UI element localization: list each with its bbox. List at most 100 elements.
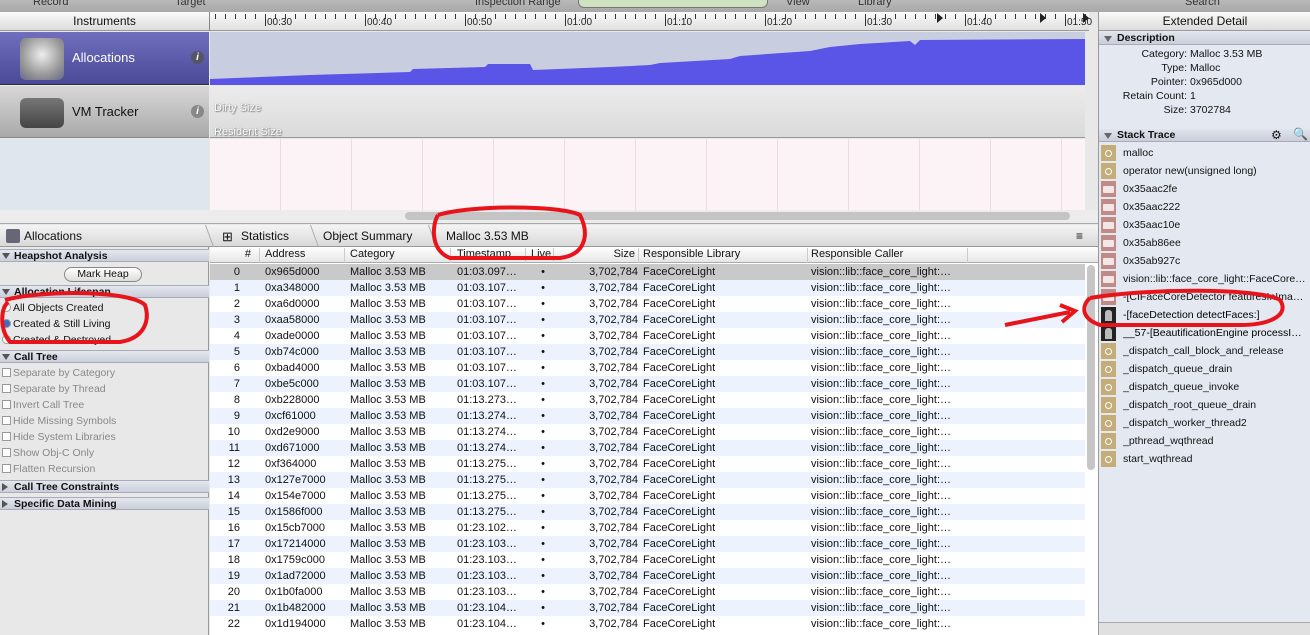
- checkbox-option[interactable]: Invert Call Tree: [2, 398, 84, 412]
- track-allocations[interactable]: Allocations i: [0, 32, 209, 85]
- checkbox[interactable]: [2, 464, 11, 473]
- table-row[interactable]: 4 0xade0000 Malloc 3.53 MB 01:03.107… • 3,702…: [210, 328, 1085, 344]
- checkbox[interactable]: [2, 400, 11, 409]
- gear-icon[interactable]: ⚙: [1271, 128, 1282, 142]
- stack-frame[interactable]: vision::lib::face_core_light::FaceCore…: [1099, 270, 1310, 288]
- radio-created-still-living[interactable]: Created & Still Living: [2, 317, 110, 331]
- table-row[interactable]: 16 0x15cb7000 Malloc 3.53 MB 01:23.102… • 3,7…: [210, 520, 1085, 536]
- call-tree-header[interactable]: Call Tree: [0, 350, 209, 363]
- column-header[interactable]: Category: [347, 248, 451, 263]
- flag-marker-icon[interactable]: [937, 13, 943, 23]
- table-row[interactable]: 8 0xb228000 Malloc 3.53 MB 01:13.273… • 3,702…: [210, 392, 1085, 408]
- table-row[interactable]: 22 0x1d194000 Malloc 3.53 MB 01:23.104… • 3,7…: [210, 616, 1085, 632]
- stack-frame[interactable]: _dispatch_queue_drain: [1099, 360, 1310, 378]
- table-row[interactable]: 13 0x127e7000 Malloc 3.53 MB 01:13.275… • 3,7…: [210, 472, 1085, 488]
- target-label[interactable]: Target: [175, 0, 206, 8]
- table-row[interactable]: 10 0xd2e9000 Malloc 3.53 MB 01:13.274… • 3,70…: [210, 424, 1085, 440]
- timeline-scrollbar[interactable]: [405, 212, 1070, 220]
- table-row[interactable]: 5 0xb74c000 Malloc 3.53 MB 01:03.107… • 3,702…: [210, 344, 1085, 360]
- search-label[interactable]: Search: [1185, 0, 1220, 8]
- library-label[interactable]: Library: [858, 0, 892, 8]
- table-row[interactable]: 14 0x154e7000 Malloc 3.53 MB 01:13.275… • 3,7…: [210, 488, 1085, 504]
- checkbox[interactable]: [2, 416, 11, 425]
- radio-all-objects[interactable]: All Objects Created: [2, 301, 103, 315]
- checkbox[interactable]: [2, 448, 11, 457]
- column-header[interactable]: Address: [262, 248, 345, 263]
- column-header[interactable]: Timestamp: [454, 248, 526, 263]
- checkbox-option[interactable]: Separate by Thread: [2, 382, 106, 396]
- instrument-selector[interactable]: Allocations: [24, 229, 82, 243]
- specific-data-mining-header[interactable]: Specific Data Mining: [0, 497, 209, 510]
- checkbox[interactable]: [2, 432, 11, 441]
- stack-frame[interactable]: _dispatch_queue_invoke: [1099, 378, 1310, 396]
- stack-frame[interactable]: 0x35aac2fe: [1099, 180, 1310, 198]
- stack-frame[interactable]: 0x35ab86ee: [1099, 234, 1310, 252]
- stack-frame[interactable]: _dispatch_call_block_and_release: [1099, 342, 1310, 360]
- heapshot-analysis-header[interactable]: Heapshot Analysis: [0, 249, 209, 262]
- column-header[interactable]: #: [210, 248, 260, 263]
- menu-icon[interactable]: ≡: [1076, 229, 1083, 243]
- column-header[interactable]: Responsible Library: [640, 248, 808, 263]
- table-row[interactable]: 3 0xaa58000 Malloc 3.53 MB 01:03.107… • 3,702…: [210, 312, 1085, 328]
- column-header[interactable]: Live: [528, 248, 554, 263]
- time-ruler[interactable]: 00:30 00:40 00:50 01:00 01:10 01:20 01:30 01:40…: [209, 12, 1092, 31]
- table-row[interactable]: 1 0xa348000 Malloc 3.53 MB 01:03.107… • 3,702…: [210, 280, 1085, 296]
- stack-frame[interactable]: 0x35aac10e: [1099, 216, 1310, 234]
- table-row[interactable]: 17 0x17214000 Malloc 3.53 MB 01:23.103… • 3,7…: [210, 536, 1085, 552]
- mark-heap-button[interactable]: Mark Heap: [64, 267, 142, 282]
- stack-frame[interactable]: operator new(unsigned long): [1099, 162, 1310, 180]
- flag-marker-icon[interactable]: [1040, 13, 1046, 23]
- table-scrollbar[interactable]: [1087, 265, 1095, 470]
- stack-detail-slider[interactable]: [1099, 622, 1310, 635]
- table-row[interactable]: 0 0x965d000 Malloc 3.53 MB 01:03.097… • 3,702…: [210, 264, 1085, 280]
- table-row[interactable]: 20 0x1b0fa000 Malloc 3.53 MB 01:23.103… • 3,7…: [210, 584, 1085, 600]
- column-header[interactable]: Responsible Caller: [808, 248, 968, 263]
- checkbox-option[interactable]: Hide Missing Symbols: [2, 414, 116, 428]
- table-row[interactable]: 21 0x1b482000 Malloc 3.53 MB 01:23.104… • 3,7…: [210, 600, 1085, 616]
- checkbox-option[interactable]: Flatten Recursion: [2, 462, 95, 476]
- table-row[interactable]: 2 0xa6d0000 Malloc 3.53 MB 01:03.107… • 3,702…: [210, 296, 1085, 312]
- stack-frame[interactable]: malloc: [1099, 144, 1310, 162]
- table-row[interactable]: 9 0xcf61000 Malloc 3.53 MB 01:13.274… • 3,702…: [210, 408, 1085, 424]
- table-row[interactable]: 15 0x1586f000 Malloc 3.53 MB 01:13.275… • 3,7…: [210, 504, 1085, 520]
- table-row[interactable]: 11 0xd671000 Malloc 3.53 MB 01:13.274… • 3,70…: [210, 440, 1085, 456]
- view-label[interactable]: View: [786, 0, 810, 8]
- table-row[interactable]: 7 0xbe5c000 Malloc 3.53 MB 01:03.107… • 3,702…: [210, 376, 1085, 392]
- vm-tracker-graph[interactable]: Dirty Size Resident Size: [210, 86, 1085, 138]
- stack-frame[interactable]: -[CIFaceCoreDetector featuresInIma…: [1099, 288, 1310, 306]
- stack-frame[interactable]: start_wqthread: [1099, 450, 1310, 468]
- breadcrumb-statistics[interactable]: Statistics: [241, 229, 289, 243]
- column-header[interactable]: Size: [555, 248, 639, 263]
- checkbox-option[interactable]: Separate by Category: [2, 366, 115, 380]
- description-header[interactable]: Description: [1099, 32, 1310, 45]
- inspection-range-control[interactable]: [578, 0, 768, 8]
- record-label[interactable]: Record: [33, 0, 68, 8]
- allocation-lifespan-header[interactable]: Allocation Lifespan: [0, 285, 209, 298]
- track-vm-tracker[interactable]: VM Tracker i: [0, 86, 209, 138]
- flag-marker-icon[interactable]: [1083, 13, 1089, 23]
- info-icon[interactable]: i: [191, 105, 204, 118]
- table-row[interactable]: 19 0x1ad72000 Malloc 3.53 MB 01:23.103… • 3,7…: [210, 568, 1085, 584]
- stack-frame[interactable]: 0x35aac222: [1099, 198, 1310, 216]
- ruler-tick: [745, 14, 746, 19]
- stack-frame[interactable]: 0x35ab927c: [1099, 252, 1310, 270]
- stack-frame[interactable]: _dispatch_worker_thread2: [1099, 414, 1310, 432]
- checkbox[interactable]: [2, 368, 11, 377]
- call-tree-constraints-header[interactable]: Call Tree Constraints: [0, 480, 209, 493]
- stack-frame[interactable]: -[faceDetection detectFaces:]: [1099, 306, 1310, 324]
- breadcrumb-malloc[interactable]: Malloc 3.53 MB: [446, 229, 529, 243]
- allocations-graph[interactable]: [210, 32, 1085, 85]
- radio-created-destroyed[interactable]: Created & Destroyed: [2, 333, 111, 347]
- table-row[interactable]: 18 0x1759c000 Malloc 3.53 MB 01:23.103… • 3,7…: [210, 552, 1085, 568]
- table-row[interactable]: 6 0xbad4000 Malloc 3.53 MB 01:03.107… • 3,702…: [210, 360, 1085, 376]
- stack-frame[interactable]: _dispatch_root_queue_drain: [1099, 396, 1310, 414]
- checkbox-option[interactable]: Hide System Libraries: [2, 430, 116, 444]
- table-row[interactable]: 12 0xf364000 Malloc 3.53 MB 01:13.275… • 3,70…: [210, 456, 1085, 472]
- info-icon[interactable]: i: [191, 51, 204, 64]
- checkbox[interactable]: [2, 384, 11, 393]
- checkbox-option[interactable]: Show Obj-C Only: [2, 446, 94, 460]
- stack-frame[interactable]: _pthread_wqthread: [1099, 432, 1310, 450]
- breadcrumb-object-summary[interactable]: Object Summary: [323, 229, 412, 243]
- search-icon[interactable]: 🔍: [1293, 127, 1308, 141]
- stack-frame[interactable]: __57-[BeautificationEngine processI…: [1099, 324, 1310, 342]
